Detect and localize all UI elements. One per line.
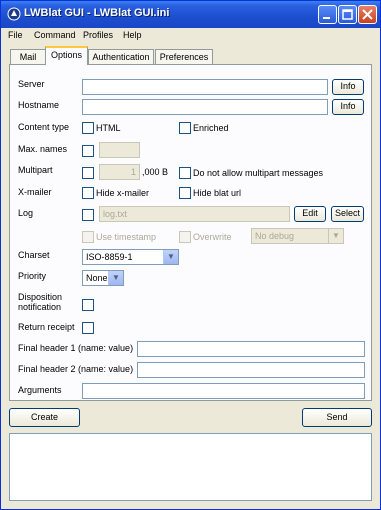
hide-blat-url-label: Hide blat url <box>193 188 242 198</box>
max-names-input[interactable] <box>99 142 140 158</box>
tab-authentication[interactable]: Authentication <box>88 49 154 65</box>
html-label: HTML <box>96 123 121 133</box>
overwrite-label: Overwrite <box>193 232 232 242</box>
hide-xmailer-label: Hide x-mailer <box>96 188 150 198</box>
overwrite-checkbox[interactable] <box>179 231 191 243</box>
close-button[interactable] <box>358 5 377 24</box>
disposition-label: Disposition notification <box>18 292 62 312</box>
max-names-label: Max. names <box>18 144 68 154</box>
app-icon <box>7 7 21 21</box>
final-header-1-input[interactable] <box>137 341 365 357</box>
final-header-2-input[interactable] <box>137 362 365 378</box>
priority-select-value: None <box>86 273 108 283</box>
priority-select[interactable]: None ▼ <box>82 270 124 286</box>
use-timestamp-checkbox[interactable] <box>82 231 94 243</box>
disposition-label-line2: notification <box>18 302 62 312</box>
charset-select-value: ISO-8859-1 <box>86 252 133 262</box>
enriched-label: Enriched <box>193 123 229 133</box>
tab-mail[interactable]: Mail <box>10 49 46 65</box>
tab-preferences[interactable]: Preferences <box>155 49 213 65</box>
maximize-button[interactable] <box>338 5 357 24</box>
log-edit-button[interactable]: Edit <box>294 206 326 222</box>
close-icon <box>362 9 373 20</box>
hostname-info-button[interactable]: Info <box>332 99 364 115</box>
multipart-unit: ,000 B <box>142 167 169 177</box>
return-receipt-checkbox[interactable] <box>82 322 94 334</box>
tab-options[interactable]: Options <box>45 46 88 65</box>
send-button[interactable]: Send <box>302 408 372 427</box>
no-multipart-checkbox[interactable] <box>179 167 191 179</box>
menu-file[interactable]: File <box>8 30 23 40</box>
minimize-button[interactable] <box>318 5 337 24</box>
no-multipart-label: Do not allow multipart messages <box>193 168 324 178</box>
arguments-label: Arguments <box>18 385 62 395</box>
disposition-label-line1: Disposition <box>18 292 63 302</box>
max-names-checkbox[interactable] <box>82 145 94 157</box>
hostname-input[interactable] <box>82 99 328 115</box>
server-input[interactable] <box>82 79 328 95</box>
enriched-checkbox[interactable] <box>179 122 191 134</box>
debug-select[interactable]: No debug ▼ <box>251 228 344 244</box>
arguments-input[interactable] <box>82 383 365 399</box>
app-window: LWBlat GUI - LWBlat GUI.ini File Command… <box>0 0 381 510</box>
menu-bar: File Command Profiles Help <box>1 28 380 43</box>
use-timestamp-label: Use timestamp <box>96 232 157 242</box>
disposition-checkbox[interactable] <box>82 299 94 311</box>
maximize-icon <box>342 9 353 20</box>
debug-select-value: No debug <box>255 231 295 241</box>
final-header-1-label: Final header 1 (name: value) <box>18 343 134 353</box>
hostname-label: Hostname <box>18 100 60 110</box>
charset-label: Charset <box>18 250 50 260</box>
chevron-down-icon: ▼ <box>163 250 178 264</box>
chevron-down-icon: ▼ <box>328 229 343 243</box>
charset-select[interactable]: ISO-8859-1 ▼ <box>82 249 179 265</box>
return-receipt-label: Return receipt <box>18 322 75 332</box>
hide-blat-url-checkbox[interactable] <box>179 187 191 199</box>
chevron-down-icon: ▼ <box>108 271 123 285</box>
priority-label: Priority <box>18 271 47 281</box>
final-header-2-label: Final header 2 (name: value) <box>18 364 134 374</box>
xmailer-label: X-mailer <box>18 187 52 197</box>
window-title: LWBlat GUI - LWBlat GUI.ini <box>24 7 170 19</box>
html-checkbox[interactable] <box>82 122 94 134</box>
multipart-size-input[interactable]: 1 <box>99 164 140 180</box>
output-textarea[interactable] <box>9 433 372 501</box>
log-select-button[interactable]: Select <box>331 206 364 222</box>
log-label: Log <box>18 208 34 218</box>
log-file-input[interactable]: log.txt <box>99 206 290 222</box>
server-info-button[interactable]: Info <box>332 79 364 95</box>
options-panel: Server Info Hostname Info Content type H… <box>9 64 372 401</box>
title-bar[interactable]: LWBlat GUI - LWBlat GUI.ini <box>1 1 380 28</box>
multipart-checkbox[interactable] <box>82 167 94 179</box>
content-type-label: Content type <box>18 122 70 132</box>
server-label: Server <box>18 79 45 89</box>
hide-xmailer-checkbox[interactable] <box>82 187 94 199</box>
multipart-label: Multipart <box>18 165 53 175</box>
menu-profiles[interactable]: Profiles <box>83 30 113 40</box>
menu-help[interactable]: Help <box>123 30 142 40</box>
minimize-icon <box>323 17 330 19</box>
log-checkbox[interactable] <box>82 209 94 221</box>
menu-command[interactable]: Command <box>34 30 76 40</box>
create-button[interactable]: Create <box>9 408 80 427</box>
